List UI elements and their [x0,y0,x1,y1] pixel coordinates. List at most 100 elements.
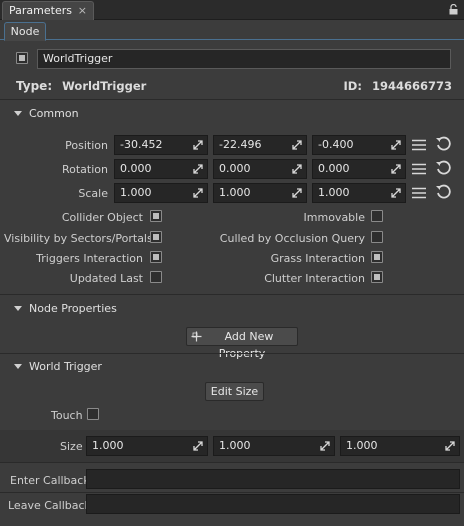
expand-arrow-icon[interactable] [292,140,302,150]
collapse-triangle-icon [14,306,22,311]
position-y-field[interactable]: -22.496 [213,135,307,155]
size-x-field[interactable]: 1.000 [86,436,208,456]
scale-y-field[interactable]: 1.000 [213,183,307,203]
section-world-trigger-header[interactable]: World Trigger [0,358,464,376]
add-property-icon [191,331,202,342]
grass-interaction-checkbox[interactable] [371,251,383,263]
menu-icon[interactable] [411,161,427,177]
position-label: Position [65,139,108,152]
size-z-value: 1.000 [346,439,378,452]
node-enabled-checkbox[interactable] [16,52,28,64]
panel-titlebar: Parameters × [0,0,464,20]
flag-label: Visibility by Sectors/Portals [4,232,153,245]
expand-arrow-icon[interactable] [391,188,401,198]
collapse-triangle-icon [14,111,22,116]
reset-icon[interactable] [435,160,451,176]
visibility-sectors-checkbox[interactable] [150,231,162,243]
divider [0,294,464,295]
lock-icon[interactable] [449,4,458,15]
flag-label: Immovable [303,211,365,224]
position-z-value: -0.400 [318,138,354,151]
rotation-y-value: 0.000 [219,162,251,175]
divider [0,462,464,463]
leave-callback-label: Leave Callback [8,499,91,512]
id-label: ID: [343,79,362,93]
scale-z-value: 1.000 [318,186,350,199]
id-row: ID: 1944666773 [344,79,452,93]
scale-x-field[interactable]: 1.000 [114,183,208,203]
size-y-value: 1.000 [219,439,251,452]
edit-size-button[interactable]: Edit Size [205,382,264,401]
section-common-title: Common [29,107,79,120]
rotation-z-field[interactable]: 0.000 [312,159,406,179]
expand-arrow-icon[interactable] [193,164,203,174]
position-z-field[interactable]: -0.400 [312,135,406,155]
scale-label: Scale [78,187,108,200]
menu-icon[interactable] [411,185,427,201]
expand-arrow-icon[interactable] [193,441,203,451]
rotation-label: Rotation [61,163,108,176]
subtab-bar: Node [0,20,464,41]
rotation-x-value: 0.000 [120,162,152,175]
expand-arrow-icon[interactable] [193,188,203,198]
clutter-interaction-checkbox[interactable] [371,271,383,283]
culled-occlusion-checkbox[interactable] [371,231,383,243]
size-x-value: 1.000 [92,439,124,452]
flag-label: Grass Interaction [270,252,365,265]
reset-icon[interactable] [435,184,451,200]
triggers-interaction-checkbox[interactable] [150,251,162,263]
tab-node[interactable]: Node [4,22,46,41]
menu-icon[interactable] [411,137,427,153]
close-icon[interactable]: × [78,2,87,19]
expand-arrow-icon[interactable] [193,140,203,150]
divider [0,353,464,354]
divider [0,99,464,100]
panel-tab-parameters[interactable]: Parameters × [2,1,94,20]
size-y-field[interactable]: 1.000 [213,436,335,456]
expand-arrow-icon[interactable] [391,140,401,150]
flag-label: Updated Last [69,272,143,285]
size-z-field[interactable]: 1.000 [340,436,460,456]
section-node-properties-title: Node Properties [29,302,117,315]
flag-label: Clutter Interaction [264,272,365,285]
expand-arrow-icon[interactable] [292,164,302,174]
rotation-y-field[interactable]: 0.000 [213,159,307,179]
expand-arrow-icon[interactable] [445,441,455,451]
rotation-z-value: 0.000 [318,162,350,175]
flag-label: Collider Object [61,211,143,224]
add-new-property-button[interactable]: Add New Property [186,327,298,360]
rotation-x-field[interactable]: 0.000 [114,159,208,179]
type-row: Type: WorldTrigger [16,79,146,93]
collapse-triangle-icon [14,364,22,369]
enter-callback-label: Enter Callback [10,474,90,487]
divider [0,492,464,493]
section-world-trigger-title: World Trigger [29,360,102,373]
add-new-property-label: Add New Property [218,330,274,360]
touch-label: Touch [51,409,83,422]
panel-title: Parameters [9,4,72,17]
flag-label: Triggers Interaction [36,252,143,265]
expand-arrow-icon[interactable] [292,188,302,198]
touch-checkbox[interactable] [87,408,99,420]
expand-arrow-icon[interactable] [391,164,401,174]
enter-callback-field[interactable] [86,469,460,489]
id-value: 1944666773 [371,79,452,93]
expand-arrow-icon[interactable] [320,441,330,451]
section-node-properties-header[interactable]: Node Properties [0,300,464,318]
position-x-field[interactable]: -30.452 [114,135,208,155]
type-label: Type: [16,79,53,93]
position-y-value: -22.496 [219,138,262,151]
node-name-field[interactable]: WorldTrigger [37,49,451,69]
scale-x-value: 1.000 [120,186,152,199]
updated-last-checkbox[interactable] [150,271,162,283]
scale-y-value: 1.000 [219,186,251,199]
immovable-checkbox[interactable] [371,210,383,222]
flag-label: Culled by Occlusion Query [219,232,365,245]
position-x-value: -30.452 [120,138,163,151]
size-label: Size [60,440,83,453]
collider-object-checkbox[interactable] [150,210,162,222]
reset-icon[interactable] [435,136,451,152]
leave-callback-field[interactable] [86,494,460,514]
scale-z-field[interactable]: 1.000 [312,183,406,203]
section-common-header[interactable]: Common [0,105,464,123]
